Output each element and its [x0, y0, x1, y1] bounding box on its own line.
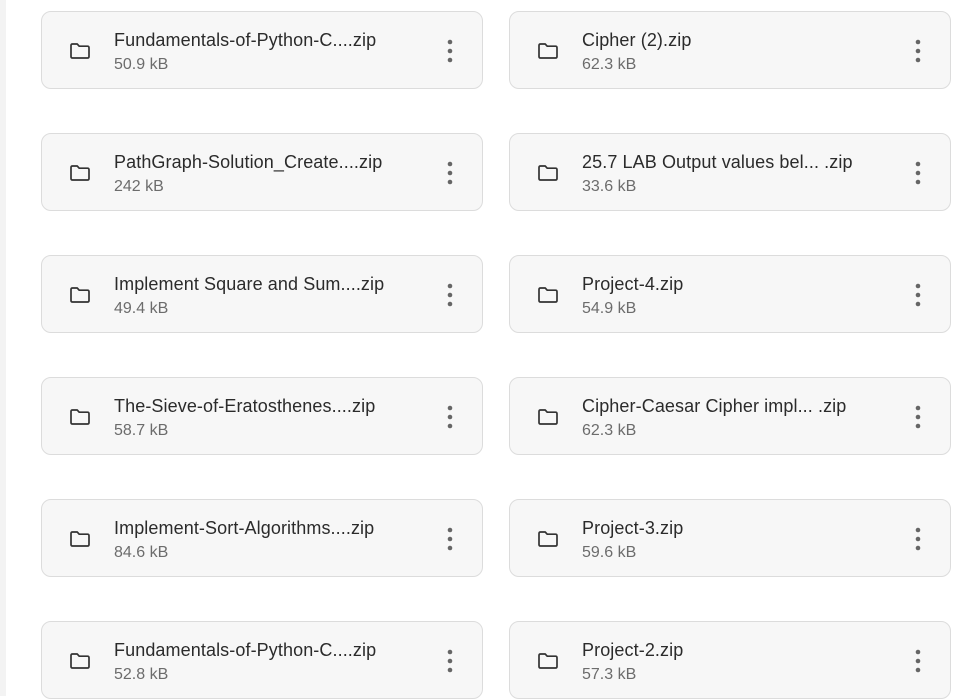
file-size: 52.8 kB: [114, 666, 169, 683]
file-size: 50.9 kB: [114, 56, 169, 73]
file-card[interactable]: 25.7 LAB Output values bel... .zip 33.6 …: [509, 133, 951, 211]
file-name: Cipher (2).zip: [582, 30, 692, 50]
folder-icon: [537, 651, 559, 671]
file-card[interactable]: Project-2.zip 57.3 kB: [509, 621, 951, 699]
file-card[interactable]: Project-4.zip 54.9 kB: [509, 255, 951, 333]
folder-icon: [69, 163, 91, 183]
folder-icon: [69, 285, 91, 305]
more-options-icon[interactable]: [440, 526, 460, 552]
more-options-icon[interactable]: [440, 648, 460, 674]
more-options-icon[interactable]: [440, 38, 460, 64]
file-name: Fundamentals-of-Python-C....zip: [114, 30, 377, 50]
folder-icon: [537, 529, 559, 549]
file-card[interactable]: Implement Square and Sum....zip 49.4 kB: [41, 255, 483, 333]
folder-icon: [69, 651, 91, 671]
file-size: 59.6 kB: [582, 544, 637, 561]
file-size: 33.6 kB: [582, 178, 637, 195]
file-card[interactable]: Project-3.zip 59.6 kB: [509, 499, 951, 577]
folder-icon: [69, 41, 91, 61]
more-options-icon[interactable]: [440, 404, 460, 430]
file-card[interactable]: Implement-Sort-Algorithms....zip 84.6 kB: [41, 499, 483, 577]
file-size: 58.7 kB: [114, 422, 169, 439]
more-options-icon[interactable]: [908, 404, 928, 430]
file-size: 242 kB: [114, 178, 164, 195]
file-name: PathGraph-Solution_Create....zip: [114, 152, 383, 172]
folder-icon: [537, 285, 559, 305]
more-options-icon[interactable]: [908, 160, 928, 186]
file-size: 84.6 kB: [114, 544, 169, 561]
folder-icon: [537, 407, 559, 427]
file-name: 25.7 LAB Output values bel... .zip: [582, 152, 853, 172]
folder-icon: [537, 163, 559, 183]
more-options-icon[interactable]: [908, 282, 928, 308]
file-size: 62.3 kB: [582, 422, 637, 439]
more-options-icon[interactable]: [908, 526, 928, 552]
more-options-icon[interactable]: [440, 160, 460, 186]
file-name: Project-3.zip: [582, 518, 684, 538]
file-name: Implement Square and Sum....zip: [114, 274, 385, 294]
file-size: 62.3 kB: [582, 56, 637, 73]
file-card[interactable]: The-Sieve-of-Eratosthenes....zip 58.7 kB: [41, 377, 483, 455]
file-card[interactable]: Cipher (2).zip 62.3 kB: [509, 11, 951, 89]
file-name: Project-4.zip: [582, 274, 684, 294]
file-name: The-Sieve-of-Eratosthenes....zip: [114, 396, 376, 416]
folder-icon: [537, 41, 559, 61]
more-options-icon[interactable]: [440, 282, 460, 308]
folder-icon: [69, 529, 91, 549]
file-card[interactable]: Fundamentals-of-Python-C....zip 50.9 kB: [41, 11, 483, 89]
file-name: Project-2.zip: [582, 640, 684, 660]
file-size: 49.4 kB: [114, 300, 169, 317]
file-card[interactable]: Fundamentals-of-Python-C....zip 52.8 kB: [41, 621, 483, 699]
more-options-icon[interactable]: [908, 648, 928, 674]
file-name: Fundamentals-of-Python-C....zip: [114, 640, 377, 660]
folder-icon: [69, 407, 91, 427]
file-card[interactable]: PathGraph-Solution_Create....zip 242 kB: [41, 133, 483, 211]
more-options-icon[interactable]: [908, 38, 928, 64]
file-grid: Fundamentals-of-Python-C....zip 50.9 kB …: [0, 0, 979, 699]
file-name: Implement-Sort-Algorithms....zip: [114, 518, 375, 538]
file-card[interactable]: Cipher-Caesar Cipher impl... .zip 62.3 k…: [509, 377, 951, 455]
file-size: 57.3 kB: [582, 666, 637, 683]
file-size: 54.9 kB: [582, 300, 637, 317]
file-name: Cipher-Caesar Cipher impl... .zip: [582, 396, 847, 416]
